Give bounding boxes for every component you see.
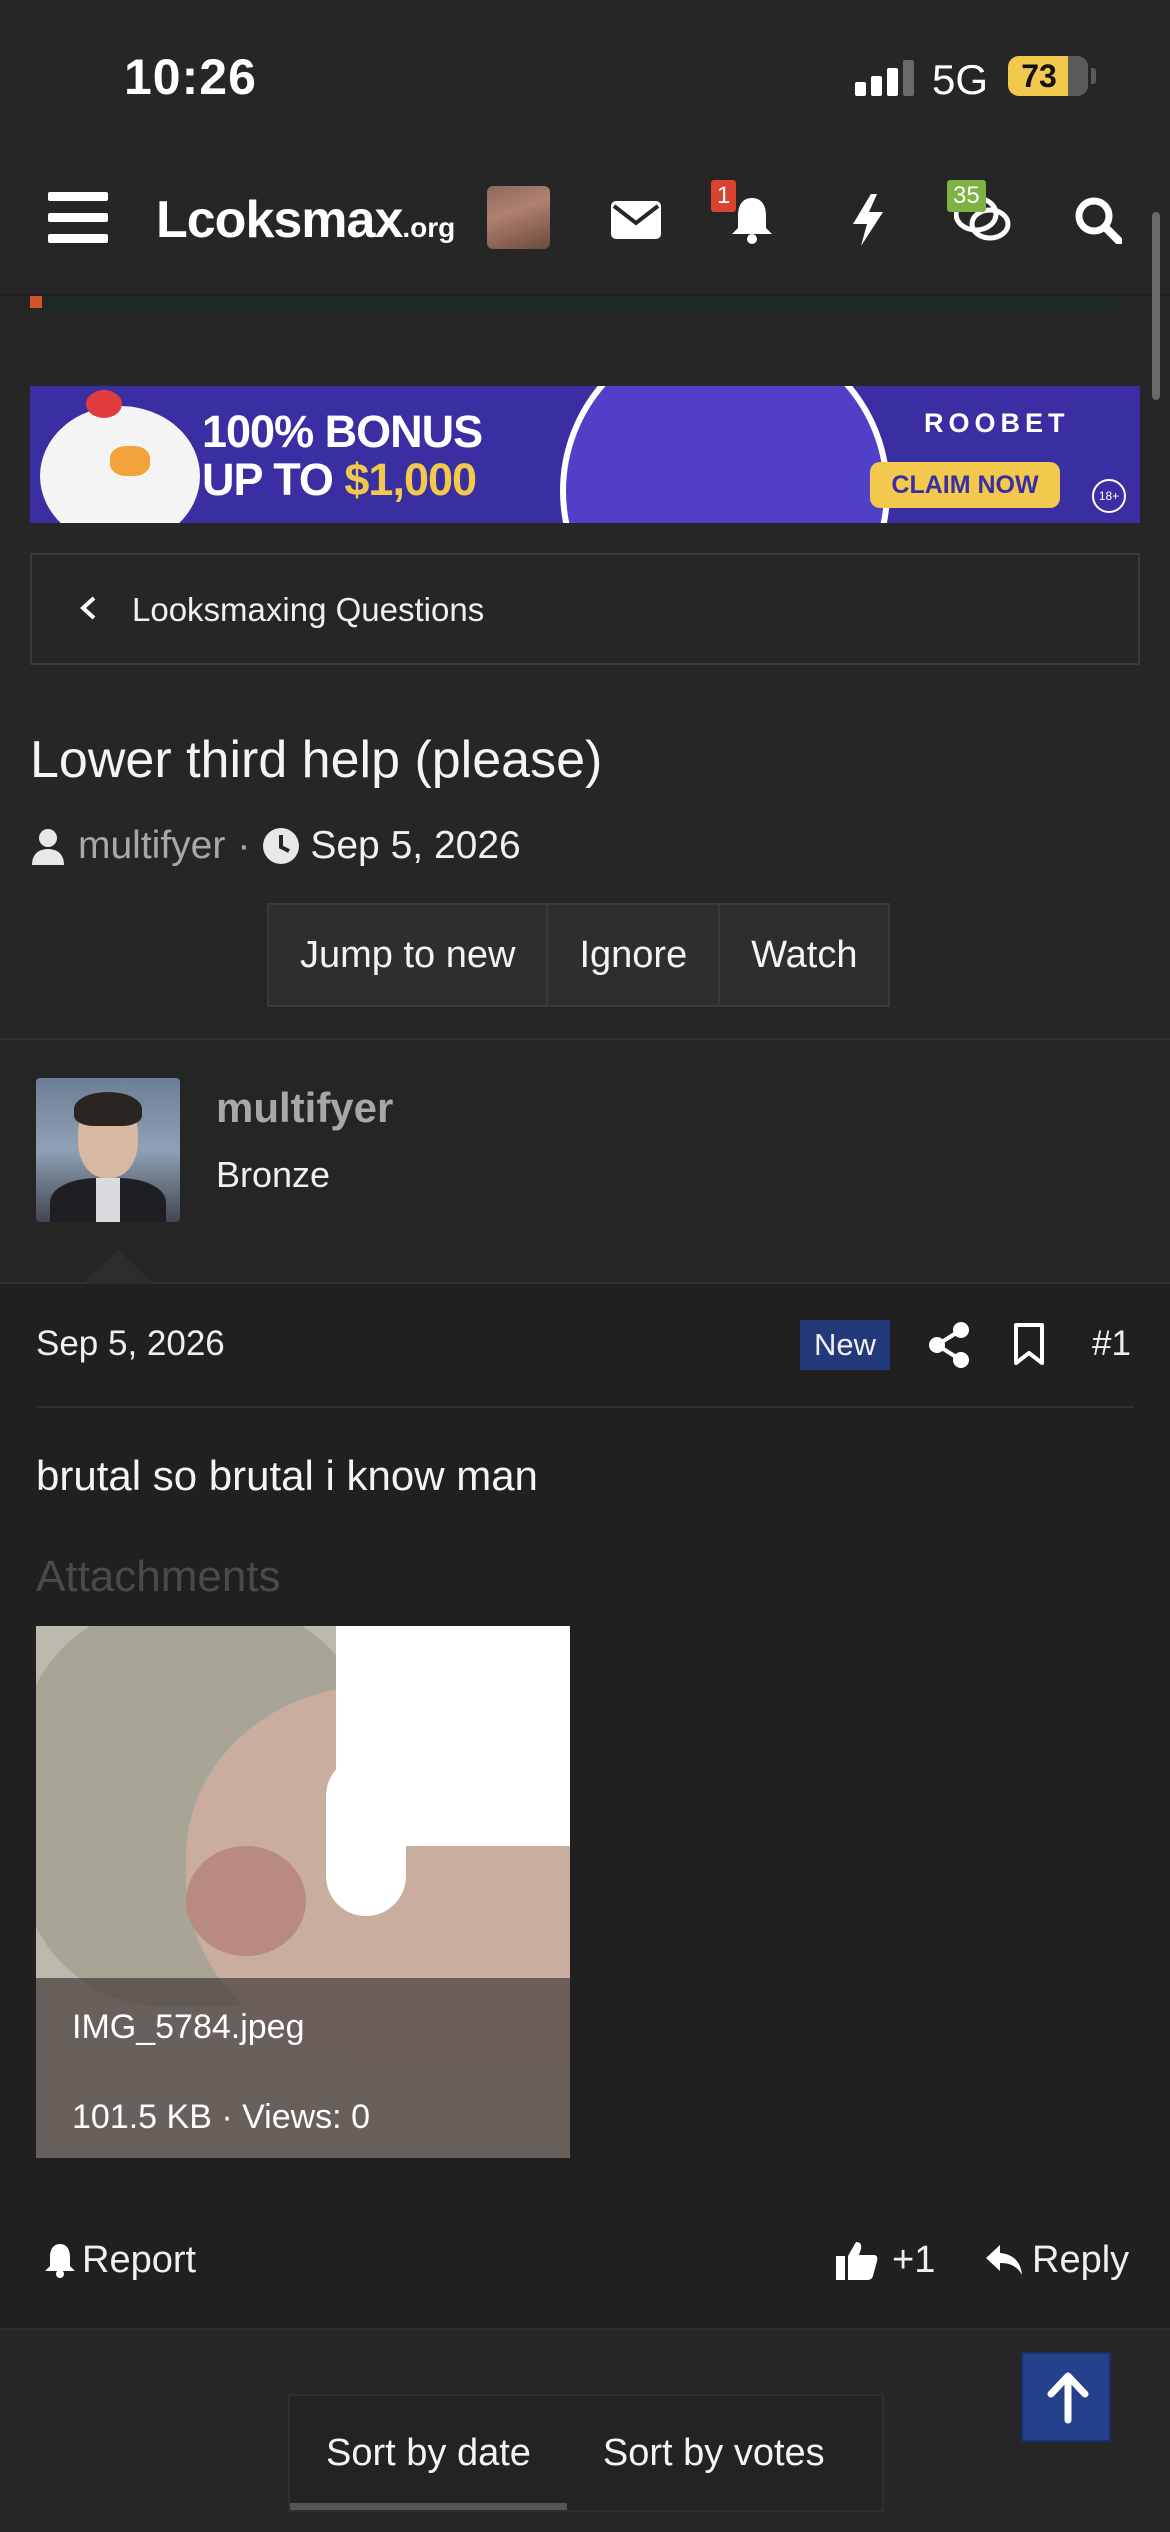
meta-separator: ·: [237, 824, 251, 867]
report-button[interactable]: Report: [44, 2230, 196, 2290]
battery-level: 73: [1021, 58, 1057, 94]
sort-tabs: Sort by date Sort by votes: [288, 2394, 884, 2512]
logo-suffix: .org: [402, 212, 456, 243]
attachments-heading: Attachments: [36, 1552, 281, 1601]
user-block-arrow: [84, 1250, 152, 1282]
tab-sort-by-date[interactable]: Sort by date: [290, 2396, 567, 2510]
post: Sep 5, 2026 New #1 brutal so brutal i kn…: [0, 1282, 1170, 2328]
sort-area: Sort by date Sort by votes: [0, 2328, 1170, 2532]
thread-author[interactable]: multifyer: [78, 824, 225, 868]
bolt-icon[interactable]: [838, 190, 898, 250]
age-badge: 18+: [1092, 479, 1126, 513]
post-actions: Report +1 Reply: [36, 2230, 1134, 2290]
like-button[interactable]: +1: [836, 2230, 935, 2290]
post-divider: [36, 1406, 1134, 1408]
post-number[interactable]: #1: [1092, 1324, 1131, 1364]
attachment-thumbnail[interactable]: IMG_5784.jpeg 101.5 KB · Views: 0: [36, 1626, 570, 2158]
scroll-to-top-button[interactable]: [1021, 2352, 1111, 2442]
page-title: Lower third help (please): [30, 731, 603, 789]
top-navbar: Lcoksmax.org 1 35: [0, 150, 1170, 296]
thread-actions: Jump to new Ignore Watch: [267, 903, 891, 1007]
attachment-info: 101.5 KB · Views: 0: [72, 2098, 370, 2136]
banner-subheadline: UP TO $1,000: [202, 454, 477, 506]
breadcrumb[interactable]: Looksmaxing Questions: [30, 553, 1140, 665]
mail-icon[interactable]: [606, 190, 666, 250]
reply-button[interactable]: Reply: [984, 2230, 1129, 2290]
menu-icon[interactable]: [48, 192, 108, 244]
reply-icon: [986, 2245, 1022, 2275]
post-username[interactable]: multifyer: [216, 1084, 393, 1132]
like-count: +1: [892, 2238, 936, 2281]
notifications-badge: 1: [711, 180, 737, 212]
report-label: Report: [82, 2238, 197, 2281]
battery-icon: 73: [1008, 56, 1088, 96]
header-stripe: [30, 296, 1120, 308]
claim-now-button[interactable]: CLAIM NOW: [870, 462, 1060, 508]
post-date[interactable]: Sep 5, 2026: [36, 1324, 225, 1364]
signal-icon: [855, 60, 915, 96]
user-icon: [32, 829, 64, 865]
logo-text: Lcoksmax: [156, 191, 403, 249]
status-bar: 10:26 5G 73: [0, 0, 1170, 150]
status-time: 10:26: [124, 49, 257, 105]
new-badge: New: [800, 1320, 890, 1370]
watch-button[interactable]: Watch: [720, 905, 888, 1005]
bell-icon: [45, 2244, 75, 2278]
account-avatar[interactable]: [487, 186, 550, 249]
tab-sort-by-votes[interactable]: Sort by votes: [567, 2396, 861, 2510]
clock-icon: [263, 828, 300, 864]
reply-label: Reply: [1032, 2238, 1130, 2281]
battery-nub: [1091, 68, 1096, 84]
avatar[interactable]: [36, 1078, 180, 1222]
user-title: Bronze: [216, 1154, 331, 1195]
network-label: 5G: [932, 56, 989, 103]
post-user-block: multifyer Bronze: [0, 1040, 1170, 1282]
attachment-filename: IMG_5784.jpeg: [72, 2008, 305, 2046]
conversations-badge: 35: [947, 180, 986, 212]
ignore-button[interactable]: Ignore: [548, 905, 721, 1005]
breadcrumb-label: Looksmaxing Questions: [132, 591, 485, 628]
jump-to-new-button[interactable]: Jump to new: [269, 905, 549, 1005]
share-icon[interactable]: [928, 1322, 970, 1368]
post-body: brutal so brutal i know man: [36, 1452, 538, 1499]
banner-brand: ROOBET: [924, 408, 1070, 438]
chicken-comb: [86, 390, 122, 418]
banner-headline: 100% BONUS: [202, 406, 483, 457]
thread-meta: multifyer · Sep 5, 2026: [30, 822, 521, 870]
chevron-left-icon: [80, 596, 96, 620]
bookmark-icon[interactable]: [1012, 1322, 1046, 1366]
ad-banner[interactable]: 100% BONUS UP TO $1,000 ROOBET CLAIM NOW…: [30, 386, 1140, 523]
banner-amount: $1,000: [344, 454, 477, 505]
thumbs-up-icon: [836, 2242, 878, 2280]
thread-date[interactable]: Sep 5, 2026: [310, 824, 520, 868]
page-scrollbar[interactable]: [1152, 212, 1160, 400]
chicken-beak: [110, 446, 150, 476]
prize-wheel: [560, 386, 890, 523]
search-icon[interactable]: [1068, 190, 1128, 250]
arrow-up-icon: [1047, 2372, 1089, 2424]
site-logo[interactable]: Lcoksmax.org: [156, 190, 455, 250]
banner-prefix: UP TO: [202, 454, 345, 505]
